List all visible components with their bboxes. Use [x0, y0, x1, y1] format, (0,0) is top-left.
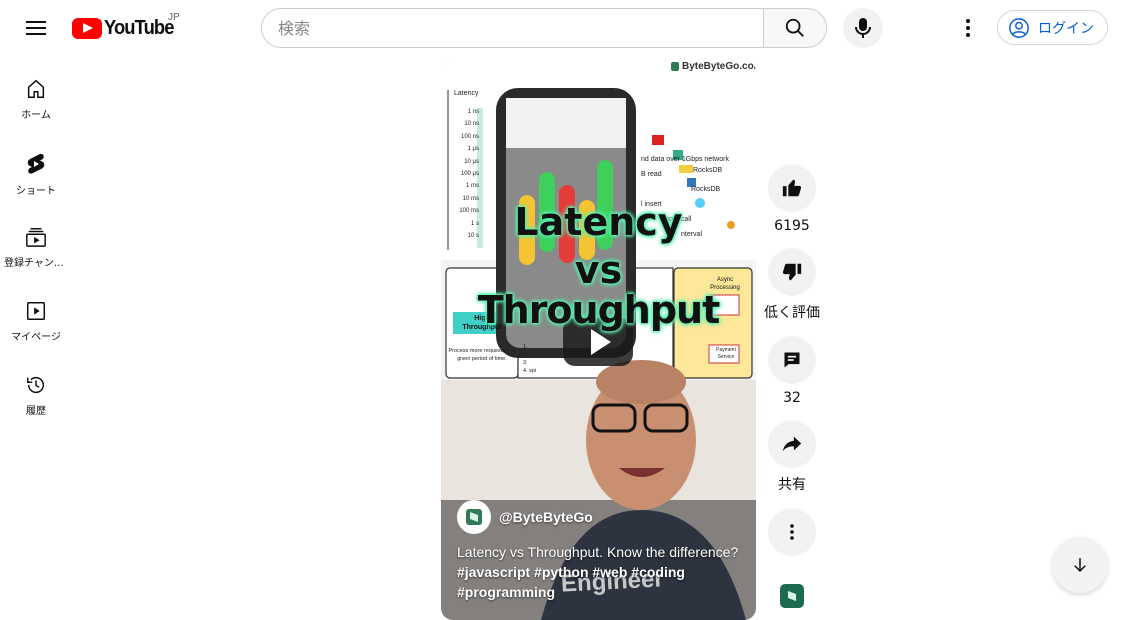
account-icon — [1009, 17, 1029, 38]
throughput-item: 3. — [523, 360, 528, 366]
comment-count: 32 — [783, 390, 801, 406]
slide-latency-label: Latency — [454, 90, 479, 97]
video-description[interactable]: Latency vs Throughput. Know the differen… — [457, 542, 747, 602]
comment-icon — [784, 352, 800, 368]
latency-tick: 100 ns — [460, 133, 479, 140]
shorts-video-player[interactable]: ByteByteGo.com Latency 1 ns 10 ns 100 ns… — [441, 60, 756, 620]
youtube-logo[interactable]: YouTube JP — [72, 12, 180, 41]
overlay-title-line3: Throughput — [477, 288, 721, 332]
channel-avatar[interactable] — [457, 500, 491, 534]
slide-process-text: Process more requests in a given period … — [448, 348, 516, 362]
latency-tick: 1 ms — [465, 183, 479, 190]
dislike-action: 低く評価 — [764, 248, 820, 322]
you-icon — [27, 302, 45, 320]
throughput-item: 2. — [523, 352, 528, 358]
like-count: 6195 — [774, 218, 810, 234]
watermark-text: ByteByteGo.com — [682, 61, 756, 72]
search-button[interactable] — [763, 8, 827, 48]
home-icon — [27, 79, 45, 98]
next-video-button[interactable] — [1052, 537, 1108, 593]
comments-button[interactable] — [768, 336, 816, 384]
watermark: ByteByteGo.com — [671, 61, 756, 72]
channel-info: @ByteByteGo — [457, 500, 593, 534]
latency-note: nd data over 1Gbps network — [641, 156, 729, 163]
like-button[interactable] — [768, 164, 816, 212]
mini-guide: ホーム ショート 登録チャンネル マイページ 履歴 — [0, 56, 72, 426]
microphone-icon — [855, 18, 871, 38]
description-line: Latency vs Throughput. Know the differen… — [457, 544, 739, 560]
bytebytego-logo-icon — [466, 509, 482, 525]
sidebar-item-subscriptions[interactable]: 登録チャンネル — [0, 204, 72, 278]
shorts-icon — [27, 153, 45, 174]
sidebar-item-shorts[interactable]: ショート — [0, 130, 72, 204]
logo-wordmark: YouTube — [104, 16, 174, 39]
channel-name[interactable]: @ByteByteGo — [499, 509, 593, 525]
search-icon — [785, 18, 804, 37]
arrow-down-icon — [1074, 558, 1086, 573]
comment-action: 32 — [768, 336, 816, 406]
more-vert-icon — [966, 19, 970, 37]
overlay-title-line2: vs — [574, 248, 623, 292]
like-action: 6195 — [768, 164, 816, 234]
search-input[interactable] — [261, 8, 763, 48]
login-button[interactable]: ログイン — [997, 10, 1108, 45]
hamburger-icon — [26, 21, 46, 35]
shorts-actions: 6195 低く評価 32 共有 — [764, 164, 820, 570]
history-icon — [27, 377, 45, 394]
slide-payment: Payment Service — [716, 347, 736, 360]
latency-tick: 1 ns — [467, 109, 479, 115]
overlay-title-line1: Latency — [514, 200, 683, 244]
share-action: 共有 — [768, 420, 816, 494]
sidebar-item-label: ショート — [16, 186, 56, 197]
more-action — [768, 508, 816, 556]
share-label: 共有 — [778, 477, 806, 493]
sidebar-item-label: 登録チャンネル — [4, 258, 68, 269]
bytebytego-logo-icon — [671, 62, 679, 71]
sidebar-item-history[interactable]: 履歴 — [0, 352, 72, 426]
latency-tick: 10 ns — [464, 121, 479, 128]
search-box — [261, 8, 827, 48]
share-icon — [782, 436, 802, 452]
throughput-item: 1. — [523, 344, 528, 350]
login-label: ログイン — [1038, 20, 1094, 37]
thumbs-up-icon — [782, 179, 802, 197]
latency-tick: 10 μs — [464, 158, 479, 165]
bytebytego-logo-icon — [788, 591, 796, 601]
more-vert-icon — [790, 524, 794, 540]
voice-search-button[interactable] — [843, 8, 883, 48]
sidebar-item-label: ホーム — [21, 110, 51, 121]
sound-channel-avatar[interactable] — [780, 584, 804, 608]
latency-tick: 100 μs — [460, 171, 479, 178]
video-frame — [441, 60, 756, 620]
region-code: JP — [168, 12, 180, 23]
throughput-item: 4. spi — [523, 368, 537, 374]
youtube-play-icon — [72, 17, 102, 39]
dislike-button[interactable] — [768, 248, 816, 296]
slide-rocksdb: RocksDB — [693, 167, 723, 174]
guide-menu-button[interactable] — [16, 8, 56, 48]
dislike-label: 低く評価 — [764, 305, 820, 321]
hashtags-line[interactable]: #programming — [457, 582, 747, 602]
latency-tick: 1 μs — [467, 146, 479, 153]
sidebar-item-label: マイページ — [11, 332, 61, 343]
thumbs-down-icon — [782, 263, 802, 281]
throughput-list: 1. 2. 3. 4. spi — [523, 343, 536, 375]
share-button[interactable] — [768, 420, 816, 468]
masthead: YouTube JP ログイン — [0, 0, 1124, 56]
sidebar-item-you[interactable]: マイページ — [0, 278, 72, 352]
settings-more-button[interactable] — [952, 8, 984, 48]
sidebar-item-home[interactable]: ホーム — [0, 56, 72, 130]
sidebar-item-label: 履歴 — [26, 406, 46, 417]
subscriptions-icon — [26, 228, 46, 247]
latency-note: RocksDB — [691, 186, 721, 193]
more-actions-button[interactable] — [768, 508, 816, 556]
hashtags-line[interactable]: #javascript #python #web #coding — [457, 562, 747, 582]
